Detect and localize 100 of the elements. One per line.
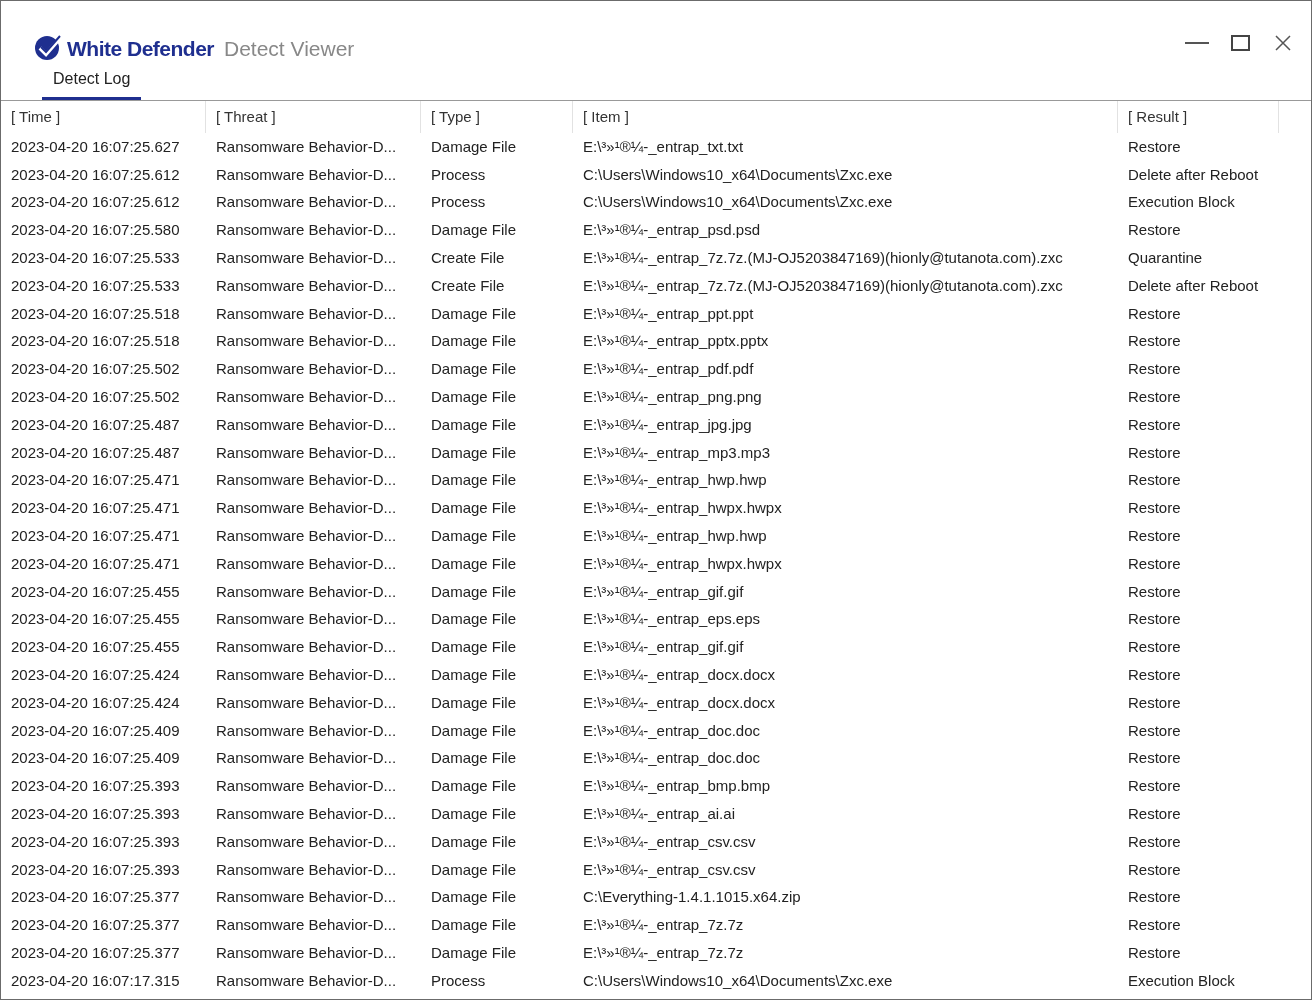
- table-cell: Damage File: [431, 666, 517, 684]
- table-cell: Restore: [1128, 332, 1181, 350]
- table-cell: 2023-04-20 16:07:25.533: [11, 249, 180, 267]
- table-cell: Ransomware Behavior-D...: [216, 388, 397, 406]
- table-cell: Restore: [1128, 860, 1181, 878]
- table-cell: Ransomware Behavior-D...: [216, 471, 397, 489]
- table-cell: Damage File: [431, 360, 517, 378]
- table-cell: E:\³»¹®¼-_entrap_hwpx.hwpx: [583, 499, 782, 517]
- table-cell: Restore: [1128, 415, 1181, 433]
- table-cell: 2023-04-20 16:07:25.455: [11, 610, 180, 628]
- table-cell: Ransomware Behavior-D...: [216, 304, 397, 322]
- table-cell: Execution Block: [1128, 193, 1235, 211]
- table-cell: Damage File: [431, 415, 517, 433]
- table-cell: Ransomware Behavior-D...: [216, 332, 397, 350]
- table-cell: 2023-04-20 16:07:25.518: [11, 332, 180, 350]
- table-cell: Ransomware Behavior-D...: [216, 888, 397, 906]
- table-cell: Ransomware Behavior-D...: [216, 610, 397, 628]
- table-cell: 2023-04-20 16:07:25.409: [11, 721, 180, 739]
- table-cell: Restore: [1128, 527, 1181, 545]
- table-cell: E:\³»¹®¼-_entrap_eps.eps: [583, 610, 760, 628]
- column-header[interactable]: [ Threat ]: [206, 101, 421, 133]
- table-cell: 2023-04-20 16:07:25.580: [11, 221, 180, 239]
- table-cell: Ransomware Behavior-D...: [216, 276, 397, 294]
- table-cell: 2023-04-20 16:07:25.409: [11, 749, 180, 767]
- table-cell: Damage File: [431, 693, 517, 711]
- table-cell: Damage File: [431, 721, 517, 739]
- table-cell: 2023-04-20 16:07:25.455: [11, 638, 180, 656]
- table-cell: 2023-04-20 16:07:25.487: [11, 415, 180, 433]
- column-header[interactable]: [ Item ]: [573, 101, 1118, 133]
- table-cell: Damage File: [431, 443, 517, 461]
- table-cell: Ransomware Behavior-D...: [216, 193, 397, 211]
- table-cell: Damage File: [431, 332, 517, 350]
- table-cell: Restore: [1128, 443, 1181, 461]
- table-cell: Restore: [1128, 582, 1181, 600]
- column-header[interactable]: [ Result ]: [1118, 101, 1279, 133]
- table-cell: Ransomware Behavior-D...: [216, 554, 397, 572]
- table-cell: Restore: [1128, 221, 1181, 239]
- table-cell: Ransomware Behavior-D...: [216, 249, 397, 267]
- table-cell: Delete after Reboot: [1128, 276, 1259, 294]
- table-cell: E:\³»¹®¼-_entrap_7z.7z: [583, 916, 744, 934]
- brand-name: White Defender: [67, 36, 214, 62]
- table-cell: Ransomware Behavior-D...: [216, 971, 397, 989]
- table-cell: Restore: [1128, 693, 1181, 711]
- column-header[interactable]: [ Time ]: [1, 101, 206, 133]
- table-cell: Restore: [1128, 499, 1181, 517]
- table-cell: Damage File: [431, 499, 517, 517]
- table-cell: 2023-04-20 16:07:25.502: [11, 360, 180, 378]
- table-cell: 2023-04-20 16:07:25.471: [11, 499, 180, 517]
- table-cell: 2023-04-20 16:07:17.315: [11, 971, 180, 989]
- table-cell: 2023-04-20 16:07:25.533: [11, 276, 180, 294]
- tab[interactable]: Detect Log: [42, 67, 142, 100]
- table-cell: E:\³»¹®¼-_entrap_csv.csv: [583, 832, 756, 850]
- table-cell: 2023-04-20 16:07:25.471: [11, 527, 180, 545]
- checkmark-logo-icon: [34, 34, 64, 61]
- table-cell: E:\³»¹®¼-_entrap_txt.txt: [583, 137, 744, 155]
- table-cell: Process: [431, 165, 486, 183]
- table-cell: Restore: [1128, 916, 1181, 934]
- table-cell: Restore: [1128, 832, 1181, 850]
- close-button[interactable]: [1273, 33, 1293, 53]
- table-cell: Create File: [431, 249, 505, 267]
- table-cell: Damage File: [431, 805, 517, 822]
- window-title: Detect Viewer: [224, 36, 355, 62]
- table-cell: Damage File: [431, 221, 517, 239]
- table-cell: E:\³»¹®¼-_entrap_7z.7z.(MJ-OJ5203847169)(hionly@tutanota.com).zxc: [583, 249, 1063, 267]
- table-cell: E:\³»¹®¼-_entrap_csv.csv: [583, 860, 756, 878]
- table-cell: C:\Users\Windows10_x64\Documents\Zxc.exe: [583, 165, 893, 183]
- table-cell: Restore: [1128, 304, 1181, 322]
- table-cell: E:\³»¹®¼-_entrap_hwpx.hwpx: [583, 554, 782, 572]
- table-cell: Ransomware Behavior-D...: [216, 443, 397, 461]
- table-cell: Create File: [431, 276, 505, 294]
- table-cell: Ransomware Behavior-D...: [216, 916, 397, 934]
- table-cell: 2023-04-20 16:07:25.393: [11, 832, 180, 850]
- table-cell: Damage File: [431, 137, 517, 155]
- table-cell: Damage File: [431, 832, 517, 850]
- table-cell: C:\Users\Windows10_x64\Documents\Zxc.exe: [583, 193, 893, 211]
- table-cell: E:\³»¹®¼-_entrap_gif.gif: [583, 638, 744, 656]
- table-cell: Ransomware Behavior-D...: [216, 749, 397, 767]
- table-cell: Restore: [1128, 137, 1181, 155]
- column-header[interactable]: [ Type ]: [421, 101, 573, 133]
- table-cell: E:\³»¹®¼-_entrap_docx.docx: [583, 693, 775, 711]
- table-cell: Damage File: [431, 944, 517, 961]
- table-cell: Process: [431, 193, 486, 211]
- table-cell: E:\³»¹®¼-_entrap_psd.psd: [583, 221, 760, 239]
- table-cell: Restore: [1128, 388, 1181, 406]
- table-cell: Restore: [1128, 944, 1181, 961]
- table-cell: 2023-04-20 16:07:25.502: [11, 388, 180, 406]
- maximize-button[interactable]: [1229, 33, 1251, 53]
- table-cell: Execution Block: [1128, 971, 1235, 989]
- table-cell: E:\³»¹®¼-_entrap_jpg.jpg: [583, 415, 752, 433]
- table-cell: E:\³»¹®¼-_entrap_mp3.mp3: [583, 443, 770, 461]
- table-cell: Damage File: [431, 610, 517, 628]
- table-cell: 2023-04-20 16:07:25.487: [11, 443, 180, 461]
- table-cell: Damage File: [431, 304, 517, 322]
- table-cell: Ransomware Behavior-D...: [216, 360, 397, 378]
- table-cell: Damage File: [431, 638, 517, 656]
- table-cell: 2023-04-20 16:07:25.393: [11, 805, 180, 822]
- table-cell: Restore: [1128, 360, 1181, 378]
- table-cell: Restore: [1128, 888, 1181, 906]
- table-cell: E:\³»¹®¼-_entrap_gif.gif: [583, 582, 744, 600]
- close-icon: [1275, 35, 1291, 51]
